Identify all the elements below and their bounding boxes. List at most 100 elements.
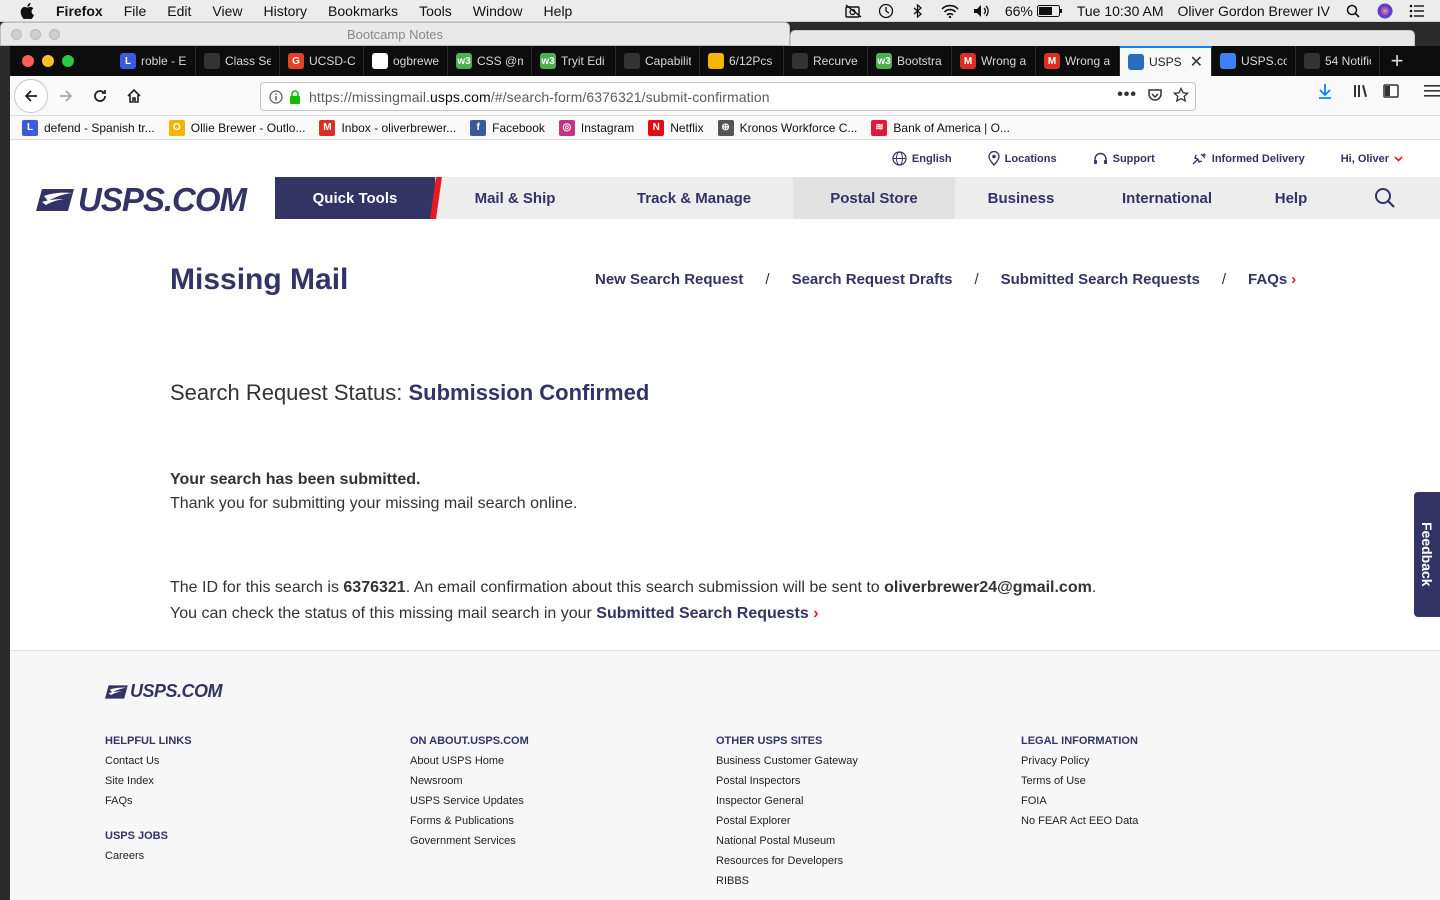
url-text[interactable]: https://missingmail.usps.com/#/search-fo… (309, 89, 770, 105)
bluetooth-icon[interactable] (909, 4, 927, 18)
battery-icon[interactable] (1036, 4, 1063, 18)
reload-button[interactable] (84, 80, 116, 112)
support-link[interactable]: Support (1093, 152, 1155, 166)
home-button[interactable] (118, 80, 150, 112)
address-bar[interactable]: https://missingmail.usps.com/#/search-fo… (260, 82, 1196, 111)
zoom-window-button[interactable] (62, 55, 74, 67)
pocket-icon[interactable] (1147, 87, 1163, 103)
footer-link[interactable]: National Postal Museum (716, 835, 858, 855)
volume-icon[interactable] (973, 4, 991, 18)
menu-bookmarks[interactable]: Bookmarks (328, 3, 398, 19)
sidebar-icon[interactable] (1382, 82, 1400, 100)
account-menu[interactable]: Hi, Oliver (1341, 153, 1403, 165)
footer-link-faqs[interactable]: FAQs (105, 795, 192, 815)
nav-international[interactable]: International (1087, 177, 1247, 219)
nav-help[interactable]: Help (1247, 177, 1335, 219)
back-button[interactable] (14, 78, 48, 113)
page-info-icon[interactable] (269, 89, 283, 104)
nav-postal-store[interactable]: Postal Store (793, 177, 955, 219)
bookmark-star-icon[interactable] (1173, 87, 1189, 103)
nav-mail-ship[interactable]: Mail & Ship (435, 177, 595, 219)
footer-link[interactable]: No FEAR Act EEO Data (1021, 815, 1138, 835)
footer-link[interactable]: Postal Explorer (716, 815, 858, 835)
footer-link[interactable]: Government Services (410, 835, 529, 855)
spotlight-search-icon[interactable] (1344, 4, 1362, 18)
minimize-window-button[interactable] (42, 55, 54, 67)
browser-tab[interactable]: w3 CSS @m (448, 46, 532, 76)
submitted-search-requests-inline-link[interactable]: Submitted Search Requests › (596, 605, 818, 622)
menu-view[interactable]: View (212, 3, 242, 19)
browser-tab[interactable]: Lroble - E (112, 46, 196, 76)
browser-tab[interactable]: M Wrong a (952, 46, 1036, 76)
browser-tab[interactable]: Capabilities (616, 46, 700, 76)
menu-tools[interactable]: Tools (419, 3, 452, 19)
footer-link[interactable]: Newsroom (410, 775, 529, 795)
close-tab-icon[interactable]: ✕ (1190, 52, 1203, 72)
footer-link[interactable]: About USPS Home (410, 755, 529, 775)
footer-link[interactable]: USPS Service Updates (410, 795, 529, 815)
footer-link-site-index[interactable]: Site Index (105, 775, 192, 795)
secure-lock-icon[interactable] (289, 89, 301, 104)
footer-link[interactable]: Privacy Policy (1021, 755, 1138, 775)
locations-link[interactable]: Locations (988, 151, 1057, 166)
footer-link[interactable]: Inspector General (716, 795, 858, 815)
siri-icon[interactable] (1376, 3, 1394, 19)
browser-tab[interactable]: 54 Notificat (1296, 46, 1380, 76)
footer-link[interactable]: Forms & Publications (410, 815, 529, 835)
wifi-icon[interactable] (941, 4, 959, 18)
bookmark-item[interactable]: ⊕ Kronos Workforce C... (717, 119, 857, 136)
bookmark-item[interactable]: N Netflix (648, 119, 704, 136)
menu-window[interactable]: Window (473, 3, 523, 19)
footer-link[interactable]: FOIA (1021, 795, 1138, 815)
clock[interactable]: Tue 10:30 AM (1077, 3, 1164, 19)
notification-center-icon[interactable] (1408, 4, 1426, 18)
footer-link[interactable]: Postal Inspectors (716, 775, 858, 795)
menu-help[interactable]: Help (544, 3, 573, 19)
apple-icon[interactable] (20, 2, 40, 19)
menu-file[interactable]: File (124, 3, 147, 19)
browser-tab[interactable]: USPS ✕ (1120, 46, 1212, 76)
bookmark-item[interactable]: ◎ Instagram (558, 119, 634, 136)
user-name[interactable]: Oliver Gordon Brewer IV (1178, 3, 1331, 19)
search-request-drafts-link[interactable]: Search Request Drafts (792, 271, 953, 288)
browser-tab[interactable]: M Wrong a (1036, 46, 1120, 76)
footer-link-contact-us[interactable]: Contact Us (105, 755, 192, 775)
nav-search-icon[interactable] (1374, 187, 1396, 214)
bookmark-item[interactable]: Ldefend - Spanish tr... (22, 119, 155, 136)
forward-button[interactable] (50, 80, 82, 112)
footer-link[interactable]: Terms of Use (1021, 775, 1138, 795)
faqs-link[interactable]: FAQs › (1248, 271, 1296, 288)
feedback-tab[interactable]: Feedback (1414, 492, 1440, 617)
browser-tab[interactable]: USPS.co (1212, 46, 1296, 76)
bookmark-item[interactable]: O Ollie Brewer - Outlo... (168, 119, 305, 136)
background-window-secondary[interactable] (790, 30, 1415, 46)
footer-link[interactable]: Resources for Developers (716, 855, 858, 875)
browser-tab[interactable]: Recurve gui (784, 46, 868, 76)
footer-link[interactable]: Business Customer Gateway (716, 755, 858, 775)
new-tab-button[interactable]: + (1380, 46, 1414, 76)
browser-tab[interactable]: G UCSD-C (280, 46, 364, 76)
language-link[interactable]: English (892, 151, 952, 166)
footer-logo[interactable]: USPS.COM (105, 681, 223, 702)
footer-link-careers[interactable]: Careers (105, 850, 192, 870)
browser-tab[interactable]: ogbrewe (364, 46, 448, 76)
usps-logo[interactable]: USPS.COM (36, 181, 247, 219)
time-machine-icon[interactable] (877, 3, 895, 19)
close-window-button[interactable] (22, 55, 34, 67)
browser-tab[interactable]: Class Sessic (196, 46, 280, 76)
bookmark-item[interactable]: f Facebook (470, 119, 545, 136)
background-window[interactable]: Bootcamp Notes (0, 22, 790, 46)
downloads-icon[interactable] (1316, 82, 1334, 100)
nav-business[interactable]: Business (955, 177, 1087, 219)
browser-tab[interactable]: w3 Tryit Edi (532, 46, 616, 76)
camera-off-icon[interactable] (845, 4, 863, 18)
menu-firefox[interactable]: Firefox (56, 3, 103, 19)
submitted-search-requests-link[interactable]: Submitted Search Requests (1001, 271, 1200, 288)
footer-link[interactable]: RIBBS (716, 875, 858, 895)
browser-tab[interactable]: 6/12Pcs (700, 46, 784, 76)
bookmark-item[interactable]: ≋ Bank of America | O... (871, 119, 1010, 136)
library-icon[interactable] (1352, 82, 1370, 100)
nav-track-manage[interactable]: Track & Manage (595, 177, 793, 219)
browser-tab[interactable]: w3 Bootstra (868, 46, 952, 76)
bookmark-item[interactable]: M Inbox - oliverbrewer... (319, 119, 456, 136)
